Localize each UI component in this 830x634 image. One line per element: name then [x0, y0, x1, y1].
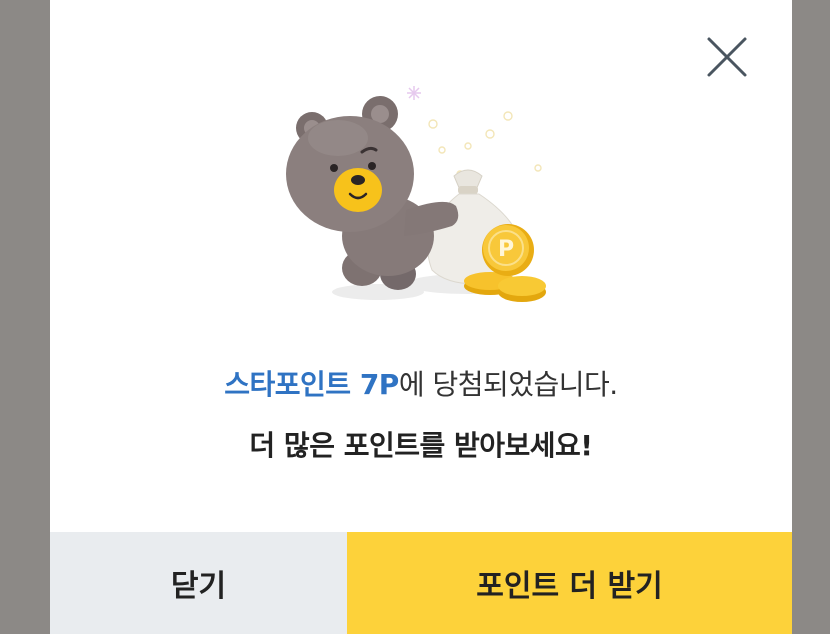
sparkle-icon	[407, 86, 421, 100]
backdrop-right	[792, 0, 830, 634]
close-button[interactable]: 닫기	[50, 532, 347, 634]
sub-message: 더 많은 포인트를 받아보세요!	[249, 429, 593, 462]
reward-illustration: P	[276, 78, 556, 308]
get-more-points-button[interactable]: 포인트 더 받기	[347, 532, 792, 634]
reward-message-text: 에 당첨되었습니다.	[398, 368, 618, 401]
reward-popup: P 스타포인트 7P에 당첨되었습니다. 더 많은 포인트를 받아보세요! 닫기…	[50, 0, 792, 634]
close-icon	[707, 37, 747, 77]
reward-amount-highlight: 스타포인트 7P	[224, 368, 399, 401]
close-x-button[interactable]	[706, 36, 748, 78]
backdrop-left	[0, 0, 50, 634]
svg-text:P: P	[498, 237, 514, 262]
reward-message: 스타포인트 7P에 당첨되었습니다.	[50, 363, 792, 403]
